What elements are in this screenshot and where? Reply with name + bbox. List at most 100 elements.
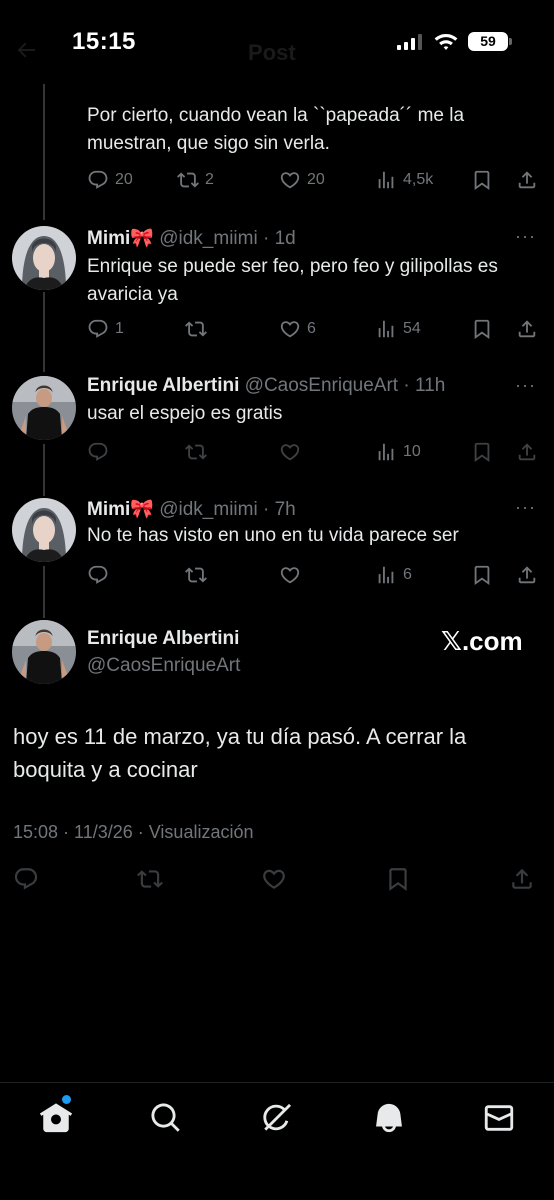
handle[interactable]: @idk_miimi (159, 499, 257, 520)
like-icon (279, 318, 301, 340)
avatar-image (12, 376, 76, 440)
like-icon (279, 441, 301, 463)
like-icon (279, 169, 301, 191)
avatar-image (12, 226, 76, 290)
like-button[interactable]: 20 (279, 167, 325, 193)
avatar-image (12, 620, 76, 684)
timestamp: · 1d (262, 228, 296, 249)
tweet-actions: 1 6 54 (87, 316, 542, 342)
display-name[interactable]: Mimi🎀 (87, 228, 154, 249)
more-options-icon[interactable]: ··· (515, 497, 536, 518)
x-watermark: 𝕏.com (441, 626, 523, 656)
like-button[interactable] (261, 866, 287, 892)
tweet-header: Mimi🎀 @idk_miimi · 1d (87, 226, 296, 250)
like-button[interactable] (279, 439, 301, 465)
tweet-text: Por cierto, cuando vean la ``papeada´´ m… (87, 105, 465, 154)
tweet-actions: 6 (87, 562, 542, 588)
reply-button[interactable]: 20 (87, 167, 133, 193)
home-icon[interactable] (39, 1101, 73, 1135)
bookmark-button[interactable] (471, 167, 493, 193)
battery-indicator: 59 (468, 32, 508, 51)
tweet-text: usar el espejo es gratis (87, 403, 283, 424)
grok-icon[interactable] (260, 1101, 294, 1135)
tweet-header: Mimi🎀 @idk_miimi · 7h (87, 497, 296, 521)
views-button[interactable]: 4,5k (375, 167, 433, 193)
status-bar: Post 15:15 59 (0, 0, 554, 84)
handle[interactable]: @idk_miimi (159, 228, 257, 249)
search-icon[interactable] (149, 1101, 183, 1135)
tweet-text: No te has visto en uno en tu vida parece… (87, 525, 459, 546)
back-arrow-icon[interactable] (14, 38, 38, 62)
status-time: 15:15 (72, 28, 136, 55)
share-icon (516, 441, 538, 463)
handle[interactable]: @CaosEnriqueArt (87, 655, 240, 677)
views-icon (375, 564, 397, 586)
bookmark-button[interactable] (385, 866, 411, 892)
retweet-button[interactable] (185, 439, 207, 465)
bookmark-button[interactable] (471, 562, 493, 588)
avatar[interactable] (12, 620, 76, 684)
share-button[interactable] (516, 316, 538, 342)
reply-button[interactable]: 1 (87, 316, 124, 342)
share-button[interactable] (516, 562, 538, 588)
views-icon (375, 169, 397, 191)
main-tweet-text: hoy es 11 de marzo, ya tu día pasó. A ce… (13, 724, 467, 782)
retweet-button[interactable]: 2 (177, 167, 214, 193)
reply-button[interactable] (87, 439, 109, 465)
main-tweet-actions (13, 866, 538, 894)
like-button[interactable] (279, 562, 301, 588)
timestamp: · 7h (262, 499, 296, 520)
bookmark-button[interactable] (471, 316, 493, 342)
avatar[interactable] (12, 226, 76, 290)
bookmark-button[interactable] (471, 439, 493, 465)
avatar[interactable] (12, 376, 76, 440)
bookmark-icon (471, 564, 493, 586)
bookmark-icon (385, 866, 411, 892)
bookmark-icon (471, 169, 493, 191)
views-icon (375, 441, 397, 463)
views-button[interactable]: 6 (375, 562, 412, 588)
wifi-icon (434, 34, 458, 50)
tweet-header: Enrique Albertini @CaosEnriqueArt · 11h (87, 375, 445, 397)
display-name[interactable]: Enrique Albertini (87, 628, 239, 650)
share-button[interactable] (509, 866, 535, 892)
share-button[interactable] (516, 167, 538, 193)
more-options-icon[interactable]: ··· (515, 375, 536, 396)
tweet-actions: 10 (87, 439, 542, 465)
like-button[interactable]: 6 (279, 316, 316, 342)
views-icon (375, 318, 397, 340)
reply-button[interactable] (87, 562, 109, 588)
battery-cap (509, 38, 512, 45)
reply-icon (13, 866, 39, 892)
retweet-icon (185, 564, 207, 586)
thread-line (43, 84, 45, 220)
share-button[interactable] (516, 439, 538, 465)
views-button[interactable]: 54 (375, 316, 421, 342)
views-button[interactable]: 10 (375, 439, 421, 465)
thread-line (43, 444, 45, 496)
thread-line (43, 566, 45, 618)
thread-line (43, 292, 45, 372)
reply-button[interactable] (13, 866, 39, 892)
retweet-button[interactable] (185, 316, 213, 342)
like-icon (261, 866, 287, 892)
retweet-icon (137, 866, 163, 892)
display-name[interactable]: Enrique Albertini (87, 375, 239, 396)
retweet-button[interactable] (185, 562, 207, 588)
share-icon (516, 318, 538, 340)
avatar[interactable] (12, 498, 76, 562)
more-options-icon[interactable]: ··· (515, 226, 536, 247)
retweet-button[interactable] (137, 866, 163, 892)
notifications-icon[interactable] (372, 1101, 406, 1135)
share-icon (516, 169, 538, 191)
retweet-icon (177, 169, 199, 191)
tweet-text: Enrique se puede ser feo, pero feo y gil… (87, 256, 498, 305)
reply-icon (87, 441, 109, 463)
display-name[interactable]: Mimi🎀 (87, 499, 154, 520)
retweet-icon (185, 318, 207, 340)
header-title: Post (248, 40, 296, 65)
like-icon (279, 564, 301, 586)
reply-icon (87, 564, 109, 586)
messages-icon[interactable] (482, 1101, 516, 1135)
handle[interactable]: @CaosEnriqueArt (245, 375, 398, 396)
